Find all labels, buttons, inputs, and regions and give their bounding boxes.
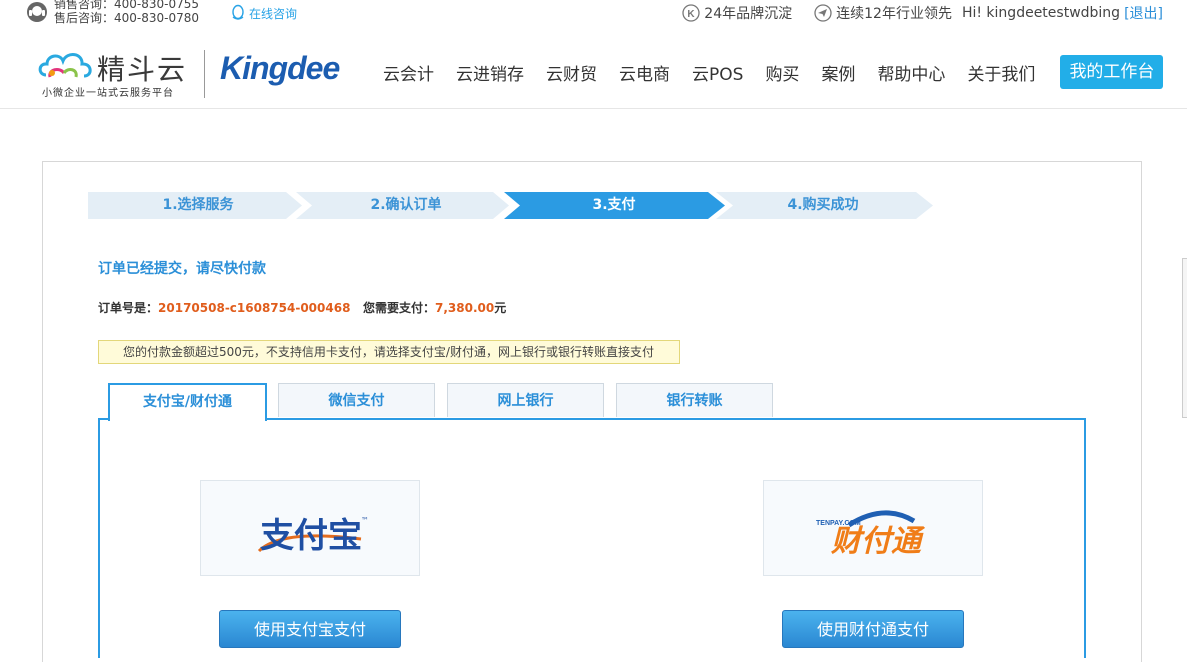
industry-lead-text: 连续12年行业领先: [836, 6, 952, 22]
alipay-tm: ™: [361, 516, 369, 525]
nav-item-cloud-trade[interactable]: 云财贸: [546, 60, 597, 85]
order-info-line: 订单号是：20170508-c1608754-000468 您需要支付：7,38…: [98, 299, 506, 316]
payment-notice-text: 您的付款金额超过500元，不支持信用卡支付，请选择支付宝/财付通，网上银行或银行…: [123, 345, 654, 359]
site-header: 精斗云 小微企业一站式云服务平台 Kingdee 云会计 云进销存 云财贸 云电…: [0, 28, 1187, 109]
my-workbench-button[interactable]: 我的工作台: [1060, 55, 1164, 89]
alipay-logo-box[interactable]: 支付宝 ™: [200, 480, 420, 576]
top-right-info: K 24年品牌沉淀 连续12年行业领先 Hi! kingdeetestwdbin…: [660, 3, 1163, 23]
online-consult-link[interactable]: 在线咨询: [230, 4, 297, 22]
main-nav: 云会计 云进销存 云财贸 云电商 云POS 购买 案例 帮助中心 关于我们 我的…: [372, 55, 1164, 89]
logout-link[interactable]: [退出]: [1124, 3, 1163, 23]
nav-item-buy[interactable]: 购买: [765, 60, 799, 85]
industry-lead: 连续12年行业领先: [814, 3, 952, 23]
nav-item-cloud-pos[interactable]: 云POS: [692, 60, 743, 85]
jingdouyun-cloud-logo-icon[interactable]: [38, 49, 94, 83]
order-number: 20170508-c1608754-000468: [158, 301, 351, 315]
logo-chinese-name[interactable]: 精斗云: [97, 48, 187, 88]
paper-plane-icon: [814, 4, 832, 22]
user-greeting: Hi! kingdeetestwdbing: [961, 5, 1121, 21]
tenpay-logo-text: 财付通: [830, 524, 926, 559]
logo-divider: [204, 50, 205, 98]
service-hotline: 售后咨询：400-830-0780: [54, 11, 200, 25]
top-bar: 销售咨询：400-830-0755 售后咨询：400-830-0780 在线咨询…: [0, 0, 1187, 28]
brand-years-text: 24年品牌沉淀: [704, 6, 793, 22]
svg-text:K: K: [688, 9, 696, 20]
tab-wechat-pay[interactable]: 微信支付: [278, 383, 435, 417]
hotlines: 销售咨询：400-830-0755 售后咨询：400-830-0780: [54, 0, 199, 25]
alipay-logo: 支付宝 ™: [257, 516, 369, 556]
qq-penguin-icon: [232, 4, 244, 20]
headset-icon: [27, 2, 47, 22]
step-4-label: 4.购买成功: [787, 197, 859, 213]
nav-item-cloud-ecommerce[interactable]: 云电商: [619, 60, 670, 85]
amount-value: 7,380.00: [435, 301, 495, 315]
order-number-label: 订单号是：: [98, 301, 159, 315]
checkout-steps: 1.选择服务 2.确认订单 3.支付 4.购买成功: [88, 192, 948, 219]
order-submitted-message: 订单已经提交，请尽快付款: [98, 261, 266, 277]
tab-alipay-tenpay[interactable]: 支付宝/财付通: [108, 383, 267, 421]
kingdee-k-icon: K: [682, 4, 700, 22]
nav-item-help-center[interactable]: 帮助中心: [877, 60, 945, 85]
step-1-label: 1.选择服务: [162, 197, 234, 213]
kingdee-logo[interactable]: Kingdee: [220, 50, 340, 87]
tenpay-logo: TENPAY.COM 财付通: [816, 510, 926, 559]
alipay-pay-button[interactable]: 使用支付宝支付: [219, 610, 401, 648]
nav-item-cloud-accounting[interactable]: 云会计: [383, 60, 434, 85]
tenpay-pay-button[interactable]: 使用财付通支付: [782, 610, 964, 648]
logo-slogan: 小微企业一站式云服务平台: [42, 88, 174, 99]
tab-bank-transfer[interactable]: 银行转账: [616, 383, 773, 417]
nav-item-cloud-inventory[interactable]: 云进销存: [456, 60, 524, 85]
online-consult-label: 在线咨询: [249, 6, 298, 21]
amount-unit: 元: [494, 301, 507, 315]
brand-years: K 24年品牌沉淀: [682, 3, 792, 23]
side-float-handle[interactable]: [1182, 258, 1187, 418]
amount-label: 您需要支付：: [362, 301, 435, 315]
tab-online-banking[interactable]: 网上银行: [447, 383, 604, 417]
sales-hotline: 销售咨询：400-830-0755: [54, 0, 200, 11]
step-2-label: 2.确认订单: [370, 197, 442, 213]
step-3-label: 3.支付: [592, 197, 636, 213]
payment-notice: 您的付款金额超过500元，不支持信用卡支付，请选择支付宝/财付通，网上银行或银行…: [98, 340, 680, 364]
alipay-logo-text: 支付宝: [260, 516, 362, 556]
nav-item-cases[interactable]: 案例: [821, 60, 855, 85]
nav-item-about-us[interactable]: 关于我们: [967, 60, 1035, 85]
tenpay-logo-box[interactable]: TENPAY.COM 财付通: [763, 480, 983, 576]
